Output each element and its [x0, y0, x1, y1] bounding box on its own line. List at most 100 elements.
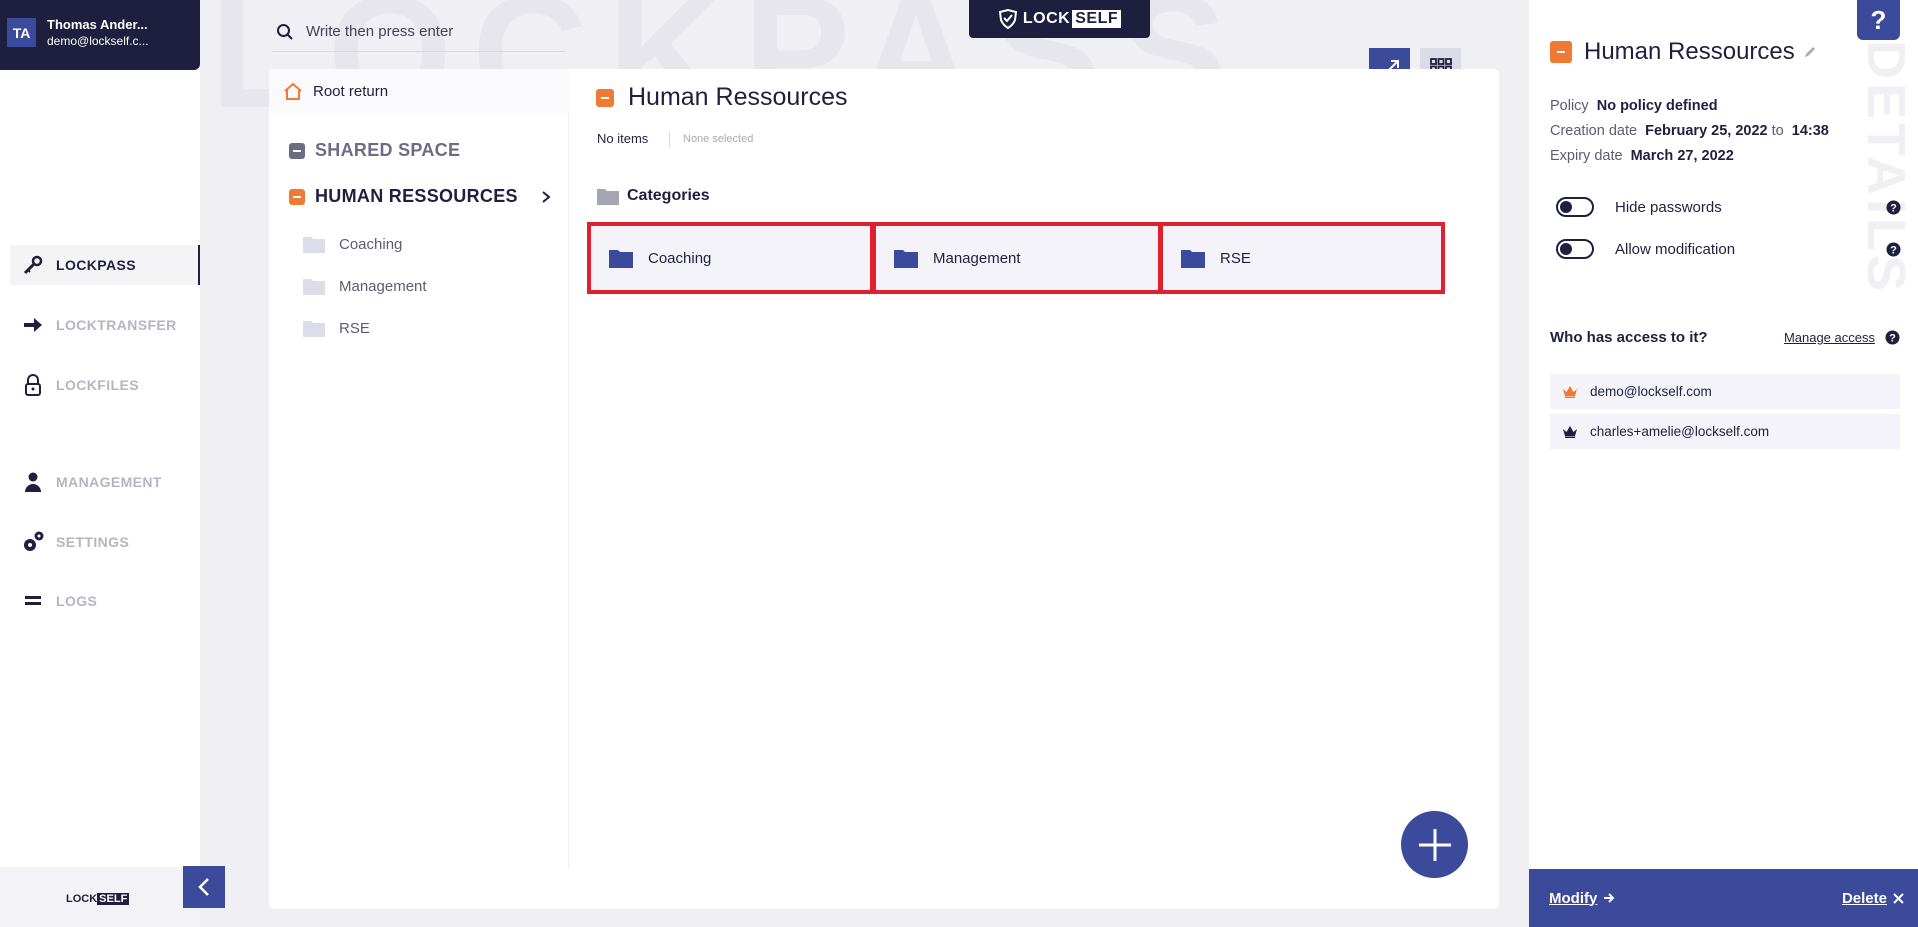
details-footer: Modify Delete: [1529, 869, 1918, 927]
allow-modification-label: Allow modification: [1615, 240, 1736, 258]
nav-settings[interactable]: SETTINGS: [10, 522, 200, 562]
root-return-button[interactable]: Root return: [269, 69, 569, 113]
folder-icon: [303, 321, 325, 337]
nav-lockpass[interactable]: LOCKPASS: [10, 245, 200, 285]
chevron-left-icon: [198, 878, 209, 896]
tree-shared-space[interactable]: SHARED SPACE: [289, 140, 460, 161]
manage-access-link[interactable]: Manage access: [1784, 330, 1875, 345]
svg-text:?: ?: [1890, 202, 1897, 214]
subfolder-label: Coaching: [339, 235, 403, 253]
svg-text:?: ?: [1889, 333, 1896, 345]
help-circle-icon[interactable]: ?: [1885, 330, 1900, 345]
search-input[interactable]: [306, 23, 556, 40]
collapse-sidebar-button[interactable]: [183, 866, 225, 908]
items-count: No items: [597, 131, 649, 146]
folder-badge-icon: [596, 88, 614, 107]
delete-button[interactable]: Delete: [1842, 890, 1904, 907]
search-bar: [272, 12, 566, 52]
nav-label: LOCKPASS: [56, 257, 136, 273]
help-button[interactable]: ?: [1857, 0, 1900, 40]
human-resources-label: HUMAN RESSOURCES: [315, 186, 518, 206]
crown-icon: [1563, 426, 1577, 438]
creation-to: to: [1771, 123, 1784, 139]
subfolder-label: RSE: [339, 319, 370, 337]
pencil-icon[interactable]: [1803, 45, 1817, 59]
folder-title-text: Human Ressources: [628, 83, 848, 111]
divider: [669, 131, 670, 147]
category-label: Coaching: [648, 249, 712, 267]
folder-icon: [609, 249, 633, 268]
folder-icon: [894, 249, 918, 268]
arrow-right-icon: [1604, 893, 1615, 903]
collapse-icon: [289, 142, 305, 159]
tree-subfolder-coaching[interactable]: Coaching: [303, 235, 402, 253]
allow-modification-toggle[interactable]: [1556, 239, 1594, 259]
nav-locktransfer[interactable]: LOCKTRANSFER: [10, 305, 200, 345]
user-email: demo@lockself.c...: [47, 34, 149, 48]
delete-label: Delete: [1841, 889, 1887, 907]
access-row: demo@lockself.com: [1550, 374, 1900, 409]
category-label: RSE: [1220, 249, 1251, 267]
allow-modification-row: Allow modification ?: [1556, 239, 1901, 259]
modify-button[interactable]: Modify: [1549, 890, 1615, 907]
add-button[interactable]: [1401, 811, 1468, 878]
hide-passwords-row: Hide passwords ?: [1556, 197, 1901, 217]
sidebar-logo: LOCK SELF: [66, 893, 130, 905]
plus-icon: [1418, 828, 1451, 861]
creation-row: Creation date February 25, 2022 to 14:38: [1550, 123, 1829, 139]
user-box[interactable]: TA Thomas Ander... demo@lockself.c...: [0, 0, 200, 70]
access-email: charles+amelie@lockself.com: [1590, 424, 1770, 439]
svg-text:?: ?: [1890, 244, 1897, 256]
details-title: Human Ressources: [1550, 38, 1817, 66]
close-icon: [1893, 892, 1904, 904]
search-icon: [277, 23, 293, 40]
details-title-text: Human Ressources: [1584, 38, 1795, 65]
gears-icon: [20, 530, 46, 554]
help-glyph: ?: [1870, 4, 1887, 35]
access-heading: Who has access to it? Manage access ?: [1550, 329, 1900, 346]
tree-subfolder-management[interactable]: Management: [303, 277, 427, 295]
policy-row: Policy No policy defined: [1550, 98, 1718, 114]
help-circle-icon[interactable]: ?: [1886, 200, 1901, 215]
category-card-coaching[interactable]: Coaching: [587, 222, 874, 294]
home-icon: [284, 82, 302, 100]
hide-passwords-label: Hide passwords: [1615, 198, 1722, 216]
access-question: Who has access to it?: [1550, 329, 1708, 346]
folder-content: Human Ressources No items None selected …: [569, 69, 1499, 869]
nav-management[interactable]: MANAGEMENT: [10, 462, 200, 502]
creation-label: Creation date: [1550, 123, 1638, 139]
categories-heading: Categories: [597, 187, 710, 205]
categories-label: Categories: [627, 187, 710, 204]
top-logo: LOCK SELF: [969, 0, 1150, 38]
folder-icon: [303, 237, 325, 253]
nav-label: LOCKTRANSFER: [56, 317, 177, 333]
nav-lockfiles[interactable]: LOCKFILES: [10, 365, 200, 405]
lock-icon: [20, 374, 46, 396]
logo-self-text: SELF: [1072, 10, 1122, 28]
category-label: Management: [933, 249, 1021, 267]
root-return-label: Root return: [313, 82, 389, 100]
logo-lock-text: LOCK: [1022, 10, 1071, 27]
access-row: charles+amelie@lockself.com: [1550, 414, 1900, 449]
help-circle-icon[interactable]: ?: [1886, 242, 1901, 257]
main-panel: Root return SHARED SPACE HUMAN RESSOURCE…: [269, 69, 1499, 909]
nav-label: SETTINGS: [56, 534, 130, 550]
folder-tree: Root return SHARED SPACE HUMAN RESSOURCE…: [269, 69, 569, 869]
list-icon: [20, 594, 46, 608]
tree-subfolder-rse[interactable]: RSE: [303, 319, 370, 337]
sidebar: TA Thomas Ander... demo@lockself.c... LO…: [0, 0, 200, 927]
modify-label: Modify: [1549, 889, 1598, 907]
folder-icon: [597, 188, 619, 205]
category-card-rse[interactable]: RSE: [1159, 222, 1445, 294]
avatar: TA: [7, 18, 36, 47]
logo-self-text: SELF: [97, 893, 130, 905]
nav-label: LOCKFILES: [56, 377, 139, 393]
category-card-management[interactable]: Management: [872, 222, 1162, 294]
policy-label: Policy: [1550, 98, 1589, 114]
selection-status: None selected: [683, 133, 754, 145]
logo-lock-text: LOCK: [66, 893, 98, 905]
folder-icon: [303, 279, 325, 295]
tree-human-resources[interactable]: HUMAN RESSOURCES: [289, 186, 559, 207]
nav-logs[interactable]: LOGS: [10, 581, 200, 621]
hide-passwords-toggle[interactable]: [1556, 197, 1594, 217]
